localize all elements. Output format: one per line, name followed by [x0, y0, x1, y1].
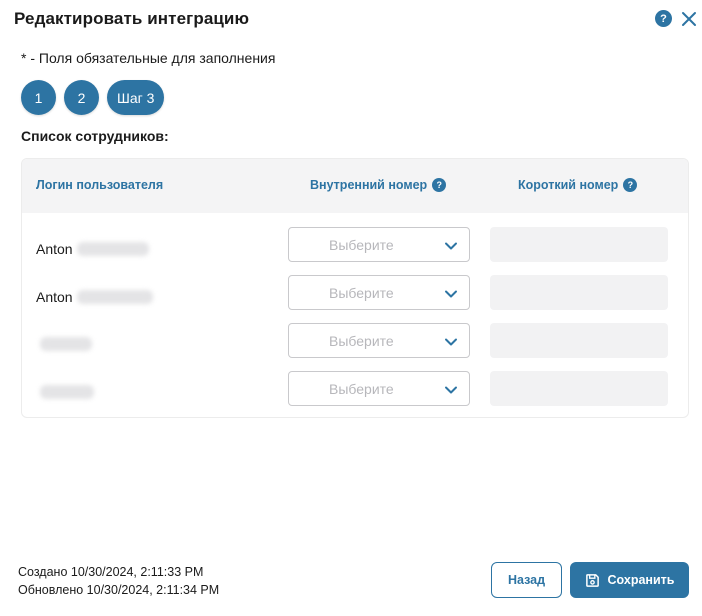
- timestamps: Создано 10/30/2024, 2:11:33 PM Обновлено…: [18, 563, 219, 599]
- column-header-internal: Внутренний номер ?: [310, 178, 447, 192]
- internal-number-select[interactable]: Выберите: [288, 275, 470, 310]
- chevron-down-icon: [445, 290, 457, 298]
- user-login: Anton: [36, 241, 149, 257]
- select-placeholder: Выберите: [329, 381, 394, 397]
- short-number-field[interactable]: [490, 371, 668, 406]
- required-fields-note: * - Поля обязательные для заполнения: [21, 50, 276, 66]
- short-number-help-icon[interactable]: ?: [623, 178, 638, 192]
- table-row: Anton Выберите: [22, 227, 688, 275]
- user-login: [36, 337, 92, 351]
- short-number-field[interactable]: [490, 323, 668, 358]
- internal-number-select[interactable]: Выберите: [288, 323, 470, 358]
- redacted-login: [40, 337, 92, 351]
- user-login: Anton: [36, 289, 153, 305]
- redacted-surname: [76, 290, 153, 304]
- step-3-button[interactable]: Шаг 3: [107, 80, 165, 115]
- dialog-title: Редактировать интеграцию: [14, 9, 250, 28]
- internal-number-select[interactable]: Выберите: [288, 371, 470, 406]
- user-login: [36, 385, 94, 399]
- floppy-disk-icon: [585, 573, 599, 587]
- step-indicator: 1 2 Шаг 3: [21, 80, 165, 115]
- employees-section-title: Список сотрудников:: [21, 128, 169, 144]
- employees-table: Логин пользователя Внутренний номер ? Ко…: [21, 158, 689, 418]
- column-header-login: Логин пользователя: [36, 178, 163, 192]
- save-button[interactable]: Сохранить: [570, 562, 689, 598]
- select-placeholder: Выберите: [329, 333, 394, 349]
- table-row: Выберите: [22, 323, 688, 371]
- user-login-text: Anton: [36, 289, 73, 305]
- created-timestamp: Создано 10/30/2024, 2:11:33 PM: [18, 565, 204, 579]
- column-header-login-label: Логин пользователя: [36, 178, 164, 192]
- close-icon[interactable]: [680, 10, 698, 28]
- internal-number-help-icon[interactable]: ?: [432, 178, 447, 192]
- chevron-down-icon: [445, 386, 457, 394]
- step-1-button[interactable]: 1: [21, 80, 56, 115]
- column-header-short: Короткий номер ?: [518, 178, 638, 192]
- help-icon[interactable]: ?: [655, 10, 672, 27]
- column-header-internal-label: Внутренний номер: [310, 178, 428, 192]
- redacted-surname: [76, 242, 149, 256]
- step-2-button[interactable]: 2: [64, 80, 99, 115]
- back-button[interactable]: Назад: [491, 562, 562, 598]
- select-placeholder: Выберите: [329, 237, 394, 253]
- column-header-short-label: Короткий номер: [518, 178, 619, 192]
- user-login-text: Anton: [36, 241, 73, 257]
- short-number-field[interactable]: [490, 275, 668, 310]
- updated-timestamp: Обновлено 10/30/2024, 2:11:34 PM: [18, 583, 220, 597]
- redacted-login: [40, 385, 94, 399]
- chevron-down-icon: [445, 242, 457, 250]
- table-row: Выберите: [22, 371, 688, 417]
- internal-number-select[interactable]: Выберите: [288, 227, 470, 262]
- edit-integration-dialog: Редактировать интеграцию ? * - Поля обяз…: [0, 0, 702, 616]
- chevron-down-icon: [445, 338, 457, 346]
- save-button-label: Сохранить: [607, 573, 675, 587]
- table-header: Логин пользователя Внутренний номер ? Ко…: [22, 159, 688, 213]
- table-row: Anton Выберите: [22, 275, 688, 323]
- select-placeholder: Выберите: [329, 285, 394, 301]
- short-number-field[interactable]: [490, 227, 668, 262]
